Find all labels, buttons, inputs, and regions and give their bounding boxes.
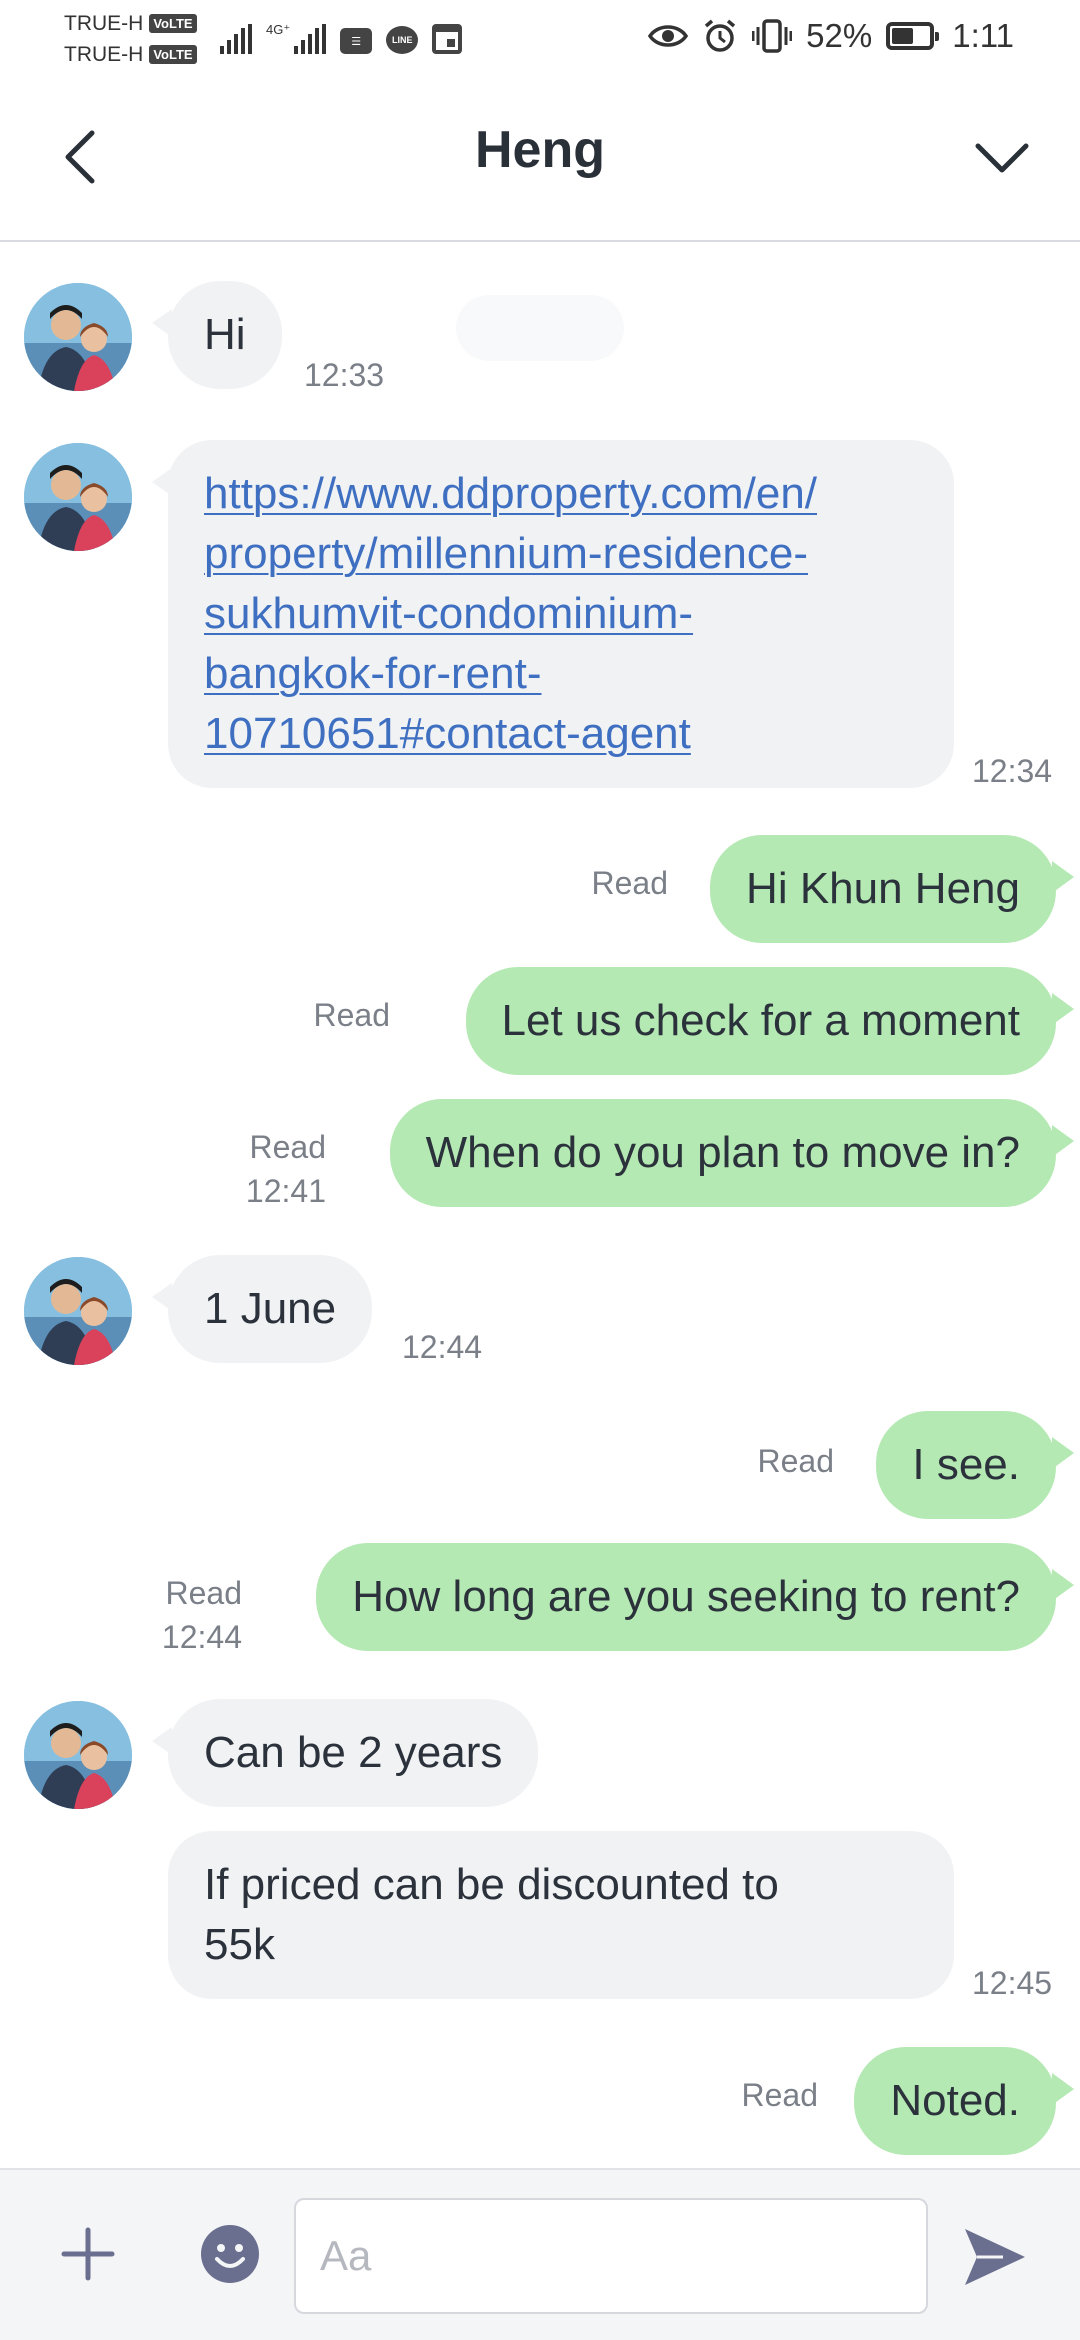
emoji-button[interactable] xyxy=(192,2216,268,2292)
signal-4g-icon xyxy=(294,24,327,54)
message-text: Hi Khun Heng xyxy=(746,864,1020,913)
calendar-icon xyxy=(432,24,463,54)
incoming-message[interactable]: Hi xyxy=(152,281,282,389)
link-line: property/millennium-residence- xyxy=(204,529,809,578)
battery-icon xyxy=(886,22,940,50)
message-text: I see. xyxy=(912,1440,1020,1489)
read-status: Read xyxy=(313,997,391,1033)
read-status: Read xyxy=(249,1129,327,1165)
chevron-down-icon xyxy=(975,143,1029,173)
status-bar: TRUE-H VoLTE TRUE-H VoLTE 4G⁺ ☰ LINE 52%… xyxy=(0,0,1080,72)
line-notification-icon: LINE xyxy=(386,26,419,54)
volte-badge: VoLTE xyxy=(149,45,197,64)
message-text: How long are you seeking to rent? xyxy=(352,1572,1020,1621)
message-list[interactable]: Hi 12:33 https://www.ddproperty.com/en/ … xyxy=(0,243,1080,2168)
message-time: 12:33 xyxy=(304,357,385,393)
incoming-message[interactable]: If priced can be discounted to 55k xyxy=(168,1831,954,1999)
avatar[interactable] xyxy=(24,443,132,551)
incoming-message[interactable]: 1 June xyxy=(151,1255,373,1363)
read-status: Read xyxy=(165,1575,243,1611)
link-line: https://www.ddproperty.com/en/ xyxy=(204,469,818,518)
status-icons-left: 4G⁺ ☰ LINE xyxy=(220,18,463,54)
avatar[interactable] xyxy=(24,1701,132,1809)
chat-title: Heng xyxy=(475,121,605,179)
message-text: Noted. xyxy=(890,2076,1020,2125)
send-button[interactable] xyxy=(950,2212,1040,2302)
message-input[interactable] xyxy=(294,2198,928,2314)
network-type: 4G⁺ xyxy=(266,22,291,37)
outgoing-message[interactable]: Noted. xyxy=(854,2047,1074,2155)
signal-icon xyxy=(220,24,252,54)
read-status: Read xyxy=(757,1443,835,1479)
message-text: Let us check for a moment xyxy=(501,996,1020,1045)
message-time: 12:44 xyxy=(402,1329,483,1365)
link-line: bangkok-for-rent- xyxy=(204,649,542,698)
incoming-link-message[interactable]: https://www.ddproperty.com/en/ property/… xyxy=(152,440,954,788)
emoji-icon xyxy=(201,2225,259,2283)
read-status: Read xyxy=(591,865,669,901)
message-text: Can be 2 years xyxy=(204,1728,503,1777)
outgoing-message[interactable]: I see. xyxy=(876,1411,1074,1519)
outgoing-message[interactable]: How long are you seeking to rent? xyxy=(316,1543,1074,1651)
date-separator-pill xyxy=(456,295,624,361)
carrier-name: TRUE-H xyxy=(64,43,144,66)
incoming-message[interactable]: Can be 2 years xyxy=(151,1699,539,1807)
eye-comfort-icon xyxy=(648,25,689,47)
battery-percent: 52% xyxy=(806,17,873,54)
expand-menu-button[interactable] xyxy=(964,122,1040,192)
message-text: Hi xyxy=(204,310,246,359)
app-notification-icon: ☰ xyxy=(340,28,373,54)
link-line: sukhumvit-condominium- xyxy=(204,589,694,638)
message-time: 12:45 xyxy=(972,1965,1053,2001)
avatar[interactable] xyxy=(24,283,132,391)
vibrate-icon xyxy=(752,19,793,53)
outgoing-message[interactable]: Let us check for a moment xyxy=(465,967,1075,1075)
message-input-bar xyxy=(0,2168,1080,2340)
message-text: When do you plan to move in? xyxy=(425,1128,1020,1177)
volte-badge: VoLTE xyxy=(149,14,197,33)
status-icons-right: 52% 1:11 xyxy=(648,14,1014,58)
add-attachment-button[interactable] xyxy=(50,2216,126,2292)
message-text: 1 June xyxy=(204,1284,337,1333)
message-time: 12:34 xyxy=(972,753,1053,789)
alarm-icon xyxy=(705,19,736,52)
message-text-line: If priced can be discounted to xyxy=(204,1860,779,1909)
avatar[interactable] xyxy=(24,1257,132,1365)
carrier-info: TRUE-H VoLTE TRUE-H VoLTE xyxy=(64,8,197,70)
message-time: 12:44 xyxy=(161,1619,242,1655)
message-text-line: 55k xyxy=(204,1920,275,1969)
link-line: 10710651#contact-agent xyxy=(204,709,691,758)
chat-header: Heng xyxy=(0,72,1080,242)
outgoing-message[interactable]: Hi Khun Heng xyxy=(710,835,1074,943)
send-icon xyxy=(965,2229,1025,2285)
plus-icon xyxy=(61,2227,115,2281)
message-time: 12:41 xyxy=(245,1173,326,1209)
clock: 1:11 xyxy=(952,17,1014,54)
carrier-name: TRUE-H xyxy=(64,12,144,35)
message-link[interactable]: https://www.ddproperty.com/en/ property/… xyxy=(204,469,817,758)
outgoing-message[interactable]: When do you plan to move in? xyxy=(389,1099,1075,1207)
read-status: Read xyxy=(741,2077,819,2113)
